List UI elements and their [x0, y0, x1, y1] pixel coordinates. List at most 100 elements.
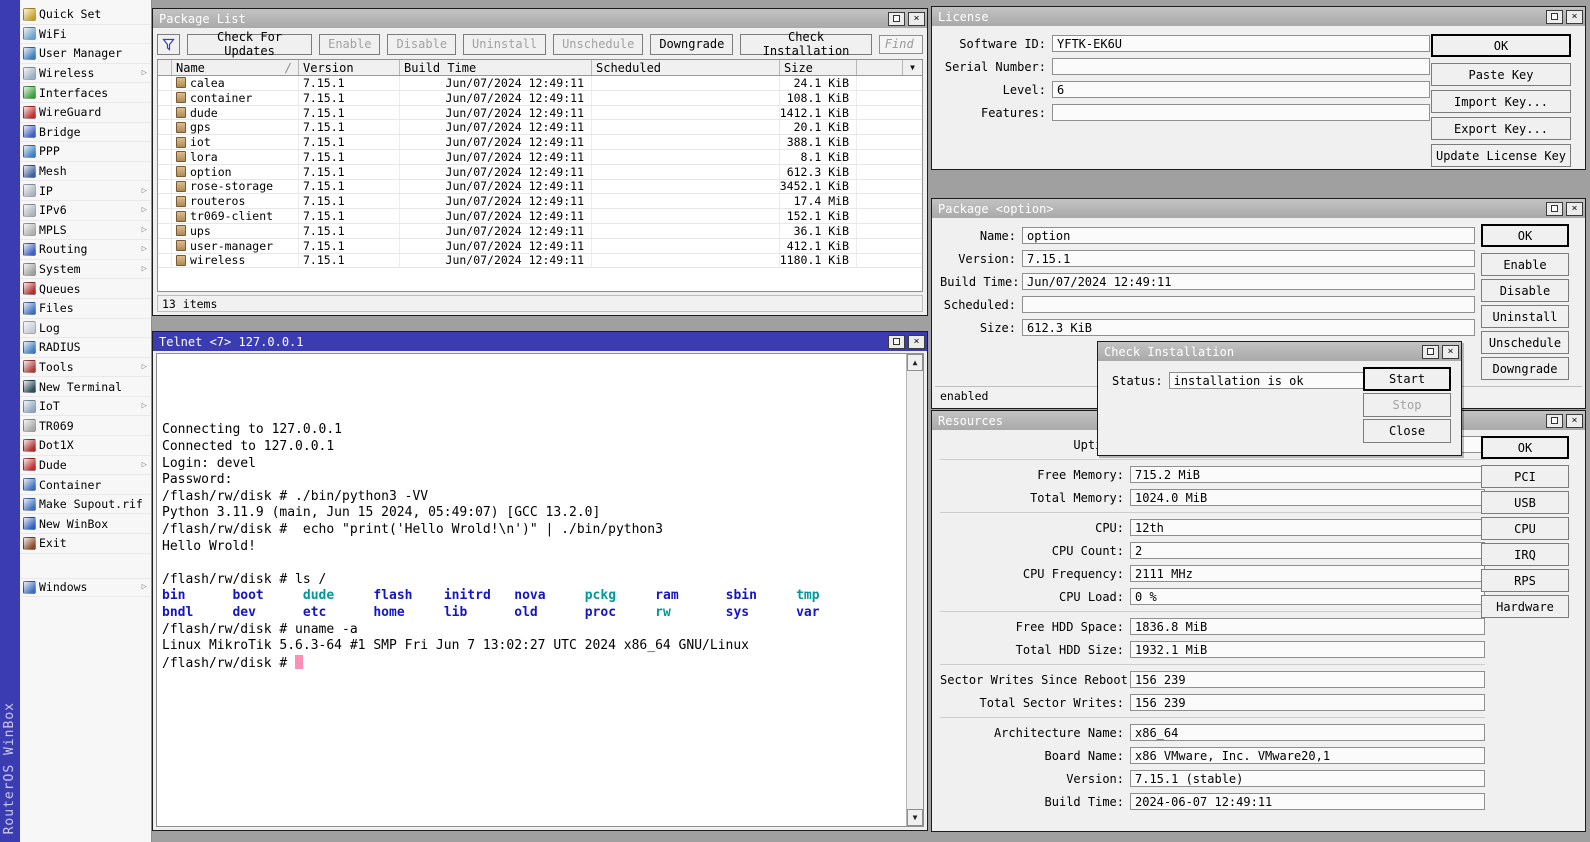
cpu-button[interactable]: CPU — [1481, 517, 1569, 540]
sidebar-item-user-manager[interactable]: User Manager — [20, 44, 151, 64]
features-field[interactable] — [1052, 104, 1430, 121]
check-installation-titlebar[interactable]: Check Installation × — [1098, 342, 1461, 361]
license-titlebar[interactable]: License × — [932, 7, 1585, 26]
terminal-scrollbar[interactable]: ▲ ▼ — [906, 354, 923, 826]
sidebar-item-iot[interactable]: IoT▷ — [20, 397, 151, 417]
cpu-field[interactable]: 12th — [1130, 519, 1485, 536]
irq-button[interactable]: IRQ — [1481, 543, 1569, 566]
architecture-name-field[interactable]: x86_64 — [1130, 724, 1485, 741]
maximize-icon[interactable] — [888, 12, 905, 26]
column-header-version[interactable]: Version — [299, 60, 400, 75]
maximize-icon[interactable] — [888, 335, 905, 349]
import-key-button[interactable]: Import Key... — [1431, 90, 1571, 113]
maximize-icon[interactable] — [1546, 202, 1563, 216]
free-memory-field[interactable]: 715.2 MiB — [1130, 466, 1485, 483]
scroll-down-icon[interactable]: ▼ — [907, 809, 923, 826]
downgrade-button[interactable]: Downgrade — [1481, 357, 1569, 380]
sidebar-item-system[interactable]: System▷ — [20, 260, 151, 280]
sidebar-item-quick-set[interactable]: Quick Set — [20, 5, 151, 25]
close-icon[interactable]: × — [1566, 414, 1583, 428]
sidebar-item-wireless[interactable]: Wireless▷ — [20, 64, 151, 84]
sector-writes-since-reboot-field[interactable]: 156 239 — [1130, 671, 1485, 688]
status-field[interactable]: installation is ok — [1169, 372, 1365, 389]
sidebar-item-mpls[interactable]: MPLS▷ — [20, 221, 151, 241]
sidebar-item-mesh[interactable]: Mesh — [20, 162, 151, 182]
package-list-titlebar[interactable]: Package List × — [153, 9, 927, 28]
sidebar-item-dot1x[interactable]: Dot1X — [20, 436, 151, 456]
column-header-name[interactable]: Name/ — [172, 60, 299, 75]
cpu-load-field[interactable]: 0 % — [1130, 588, 1485, 605]
table-row[interactable]: option7.15.1Jun/07/2024 12:49:11612.3 Ki… — [158, 165, 922, 180]
sidebar-item-new-winbox[interactable]: New WinBox — [20, 514, 151, 534]
enable-button[interactable]: Enable — [1481, 253, 1569, 276]
maximize-icon[interactable] — [1546, 10, 1563, 24]
free-hdd-space-field[interactable]: 1836.8 MiB — [1130, 618, 1485, 635]
sidebar-item-interfaces[interactable]: Interfaces — [20, 83, 151, 103]
table-row[interactable]: routeros7.15.1Jun/07/2024 12:49:1117.4 M… — [158, 194, 922, 209]
table-row[interactable]: ups7.15.1Jun/07/2024 12:49:1136.1 KiB — [158, 224, 922, 239]
package-option-titlebar[interactable]: Package <option> × — [932, 199, 1585, 218]
size-field[interactable]: 612.3 KiB — [1022, 319, 1475, 336]
close-icon[interactable]: × — [1566, 10, 1583, 24]
cpu-frequency-field[interactable]: 2111 MHz — [1130, 565, 1485, 582]
unschedule-button[interactable]: Unschedule — [553, 34, 643, 55]
cpu-count-field[interactable]: 2 — [1130, 542, 1485, 559]
column-state[interactable] — [158, 60, 172, 75]
downgrade-button[interactable]: Downgrade — [650, 34, 733, 55]
ok-button[interactable]: OK — [1431, 34, 1571, 57]
sidebar-item-windows[interactable]: Windows▷ — [20, 578, 151, 598]
close-icon[interactable]: × — [1442, 345, 1459, 359]
ok-button[interactable]: OK — [1481, 436, 1569, 459]
table-row[interactable]: calea7.15.1Jun/07/2024 12:49:1124.1 KiB — [158, 76, 922, 91]
table-row[interactable]: gps7.15.1Jun/07/2024 12:49:1120.1 KiB — [158, 120, 922, 135]
sidebar-item-ppp[interactable]: PPP — [20, 142, 151, 162]
column-header-build-time[interactable]: Build Time — [400, 60, 592, 75]
disable-button[interactable]: Disable — [387, 34, 456, 55]
close-button[interactable]: Close — [1363, 419, 1451, 443]
close-icon[interactable]: × — [1566, 202, 1583, 216]
table-row[interactable]: wireless7.15.1Jun/07/2024 12:49:111180.1… — [158, 254, 922, 269]
column-options-button[interactable]: ▼ — [902, 60, 922, 75]
unschedule-button[interactable]: Unschedule — [1481, 331, 1569, 354]
column-header-scheduled[interactable]: Scheduled — [592, 60, 780, 75]
ok-button[interactable]: OK — [1481, 224, 1569, 247]
export-key-button[interactable]: Export Key... — [1431, 117, 1571, 140]
sidebar-item-exit[interactable]: Exit — [20, 534, 151, 554]
check-for-updates-button[interactable]: Check For Updates — [187, 34, 312, 55]
total-hdd-size-field[interactable]: 1932.1 MiB — [1130, 641, 1485, 658]
uninstall-button[interactable]: Uninstall — [1481, 305, 1569, 328]
sidebar-item-container[interactable]: Container — [20, 475, 151, 495]
sidebar-item-wireguard[interactable]: WireGuard — [20, 103, 151, 123]
sidebar-item-ip[interactable]: IP▷ — [20, 181, 151, 201]
sidebar-item-queues[interactable]: Queues — [20, 279, 151, 299]
sidebar-item-bridge[interactable]: Bridge — [20, 123, 151, 143]
find-input[interactable]: Find — [879, 35, 923, 54]
close-icon[interactable]: × — [908, 12, 925, 26]
maximize-icon[interactable] — [1422, 345, 1439, 359]
start-button[interactable]: Start — [1363, 367, 1451, 391]
rps-button[interactable]: RPS — [1481, 569, 1569, 592]
table-row[interactable]: container7.15.1Jun/07/2024 12:49:11108.1… — [158, 91, 922, 106]
sidebar-item-radius[interactable]: RADIUS — [20, 338, 151, 358]
sidebar-item-wifi[interactable]: WiFi — [20, 25, 151, 45]
filter-button[interactable] — [157, 34, 180, 55]
sidebar-item-make-supout-rif[interactable]: Make Supout.rif — [20, 495, 151, 515]
build-time-field[interactable]: Jun/07/2024 12:49:11 — [1022, 273, 1475, 290]
update-license-key-button[interactable]: Update License Key — [1431, 144, 1571, 167]
maximize-icon[interactable] — [1546, 414, 1563, 428]
version-field[interactable]: 7.15.1 (stable) — [1130, 770, 1485, 787]
sidebar-item-log[interactable]: Log — [20, 319, 151, 339]
hardware-button[interactable]: Hardware — [1481, 595, 1569, 618]
sidebar-item-ipv6[interactable]: IPv6▷ — [20, 201, 151, 221]
disable-button[interactable]: Disable — [1481, 279, 1569, 302]
table-row[interactable]: rose-storage7.15.1Jun/07/2024 12:49:1134… — [158, 180, 922, 195]
uninstall-button[interactable]: Uninstall — [463, 34, 546, 55]
sidebar-item-new-terminal[interactable]: New Terminal — [20, 377, 151, 397]
check-installation-button[interactable]: Check Installation — [740, 34, 871, 55]
board-name-field[interactable]: x86 VMware, Inc. VMware20,1 — [1130, 747, 1485, 764]
enable-button[interactable]: Enable — [319, 34, 380, 55]
scheduled-field[interactable] — [1022, 296, 1475, 313]
paste-key-button[interactable]: Paste Key — [1431, 63, 1571, 86]
table-row[interactable]: user-manager7.15.1Jun/07/2024 12:49:1141… — [158, 239, 922, 254]
usb-button[interactable]: USB — [1481, 491, 1569, 514]
